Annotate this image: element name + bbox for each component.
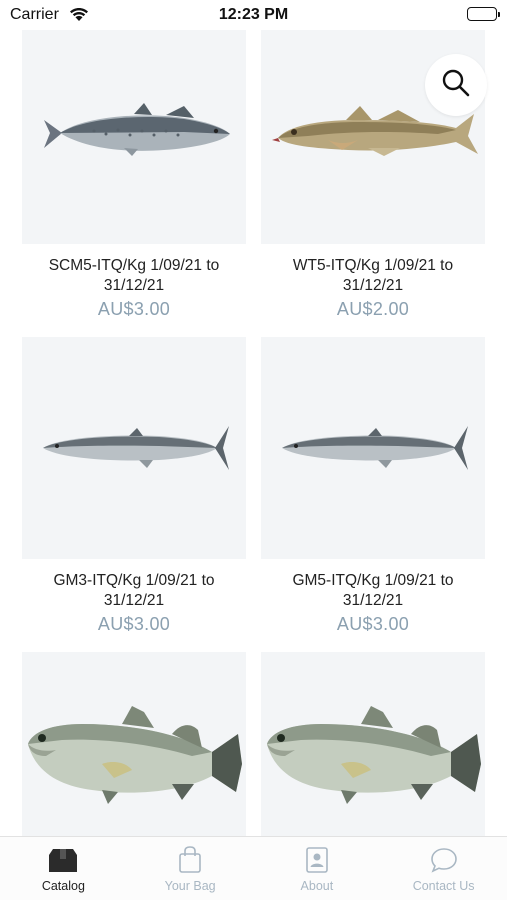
product-card[interactable]	[22, 652, 246, 836]
tab-bar: Catalog Your Bag About Contact Us	[0, 836, 507, 900]
search-icon	[440, 67, 472, 104]
product-image-grey-mackerel[interactable]	[261, 337, 485, 559]
status-bar: Carrier 12:23 PM	[0, 0, 507, 30]
product-title[interactable]: GM5-ITQ/Kg 1/09/21 to 31/12/21	[261, 571, 485, 611]
clock: 12:23 PM	[218, 6, 289, 23]
tab-label: Your Bag	[164, 879, 216, 893]
product-title[interactable]: GM3-ITQ/Kg 1/09/21 to 31/12/21	[22, 571, 246, 611]
product-card[interactable]: GM5-ITQ/Kg 1/09/21 to 31/12/21 AU$3.00	[261, 337, 485, 635]
tab-label: About	[300, 879, 334, 893]
catalog-box-icon	[47, 846, 79, 874]
product-card[interactable]	[261, 652, 485, 836]
product-card[interactable]: GM3-ITQ/Kg 1/09/21 to 31/12/21 AU$3.00	[22, 337, 246, 635]
product-price: AU$3.00	[97, 614, 171, 634]
product-grid: SCM5-ITQ/Kg 1/09/21 to 31/12/21 AU$3.00 …	[0, 0, 507, 836]
tab-catalog[interactable]: Catalog	[0, 837, 127, 900]
product-price: AU$3.00	[97, 299, 171, 319]
tab-label: Catalog	[41, 879, 85, 893]
product-title[interactable]: WT5-ITQ/Kg 1/09/21 to 31/12/21	[261, 256, 485, 296]
product-image-barramundi[interactable]	[261, 652, 485, 836]
product-title[interactable]: SCM5-ITQ/Kg 1/09/21 to 31/12/21	[22, 256, 246, 296]
product-price: AU$2.00	[336, 299, 410, 319]
product-card[interactable]: SCM5-ITQ/Kg 1/09/21 to 31/12/21 AU$3.00	[22, 22, 246, 320]
chat-bubble-icon	[429, 846, 459, 874]
tab-about[interactable]: About	[254, 837, 381, 900]
search-button[interactable]	[425, 54, 487, 116]
tab-your-bag[interactable]: Your Bag	[127, 837, 254, 900]
tab-contact-us[interactable]: Contact Us	[380, 837, 507, 900]
battery-icon	[467, 7, 500, 21]
product-image-grey-mackerel[interactable]	[22, 337, 246, 559]
product-price: AU$3.00	[336, 614, 410, 634]
product-image-spanish-mackerel[interactable]	[22, 22, 246, 244]
shopping-bag-icon	[178, 846, 202, 874]
product-image-barramundi[interactable]	[22, 652, 246, 836]
tab-label: Contact Us	[412, 879, 475, 893]
contact-card-icon	[305, 846, 329, 874]
